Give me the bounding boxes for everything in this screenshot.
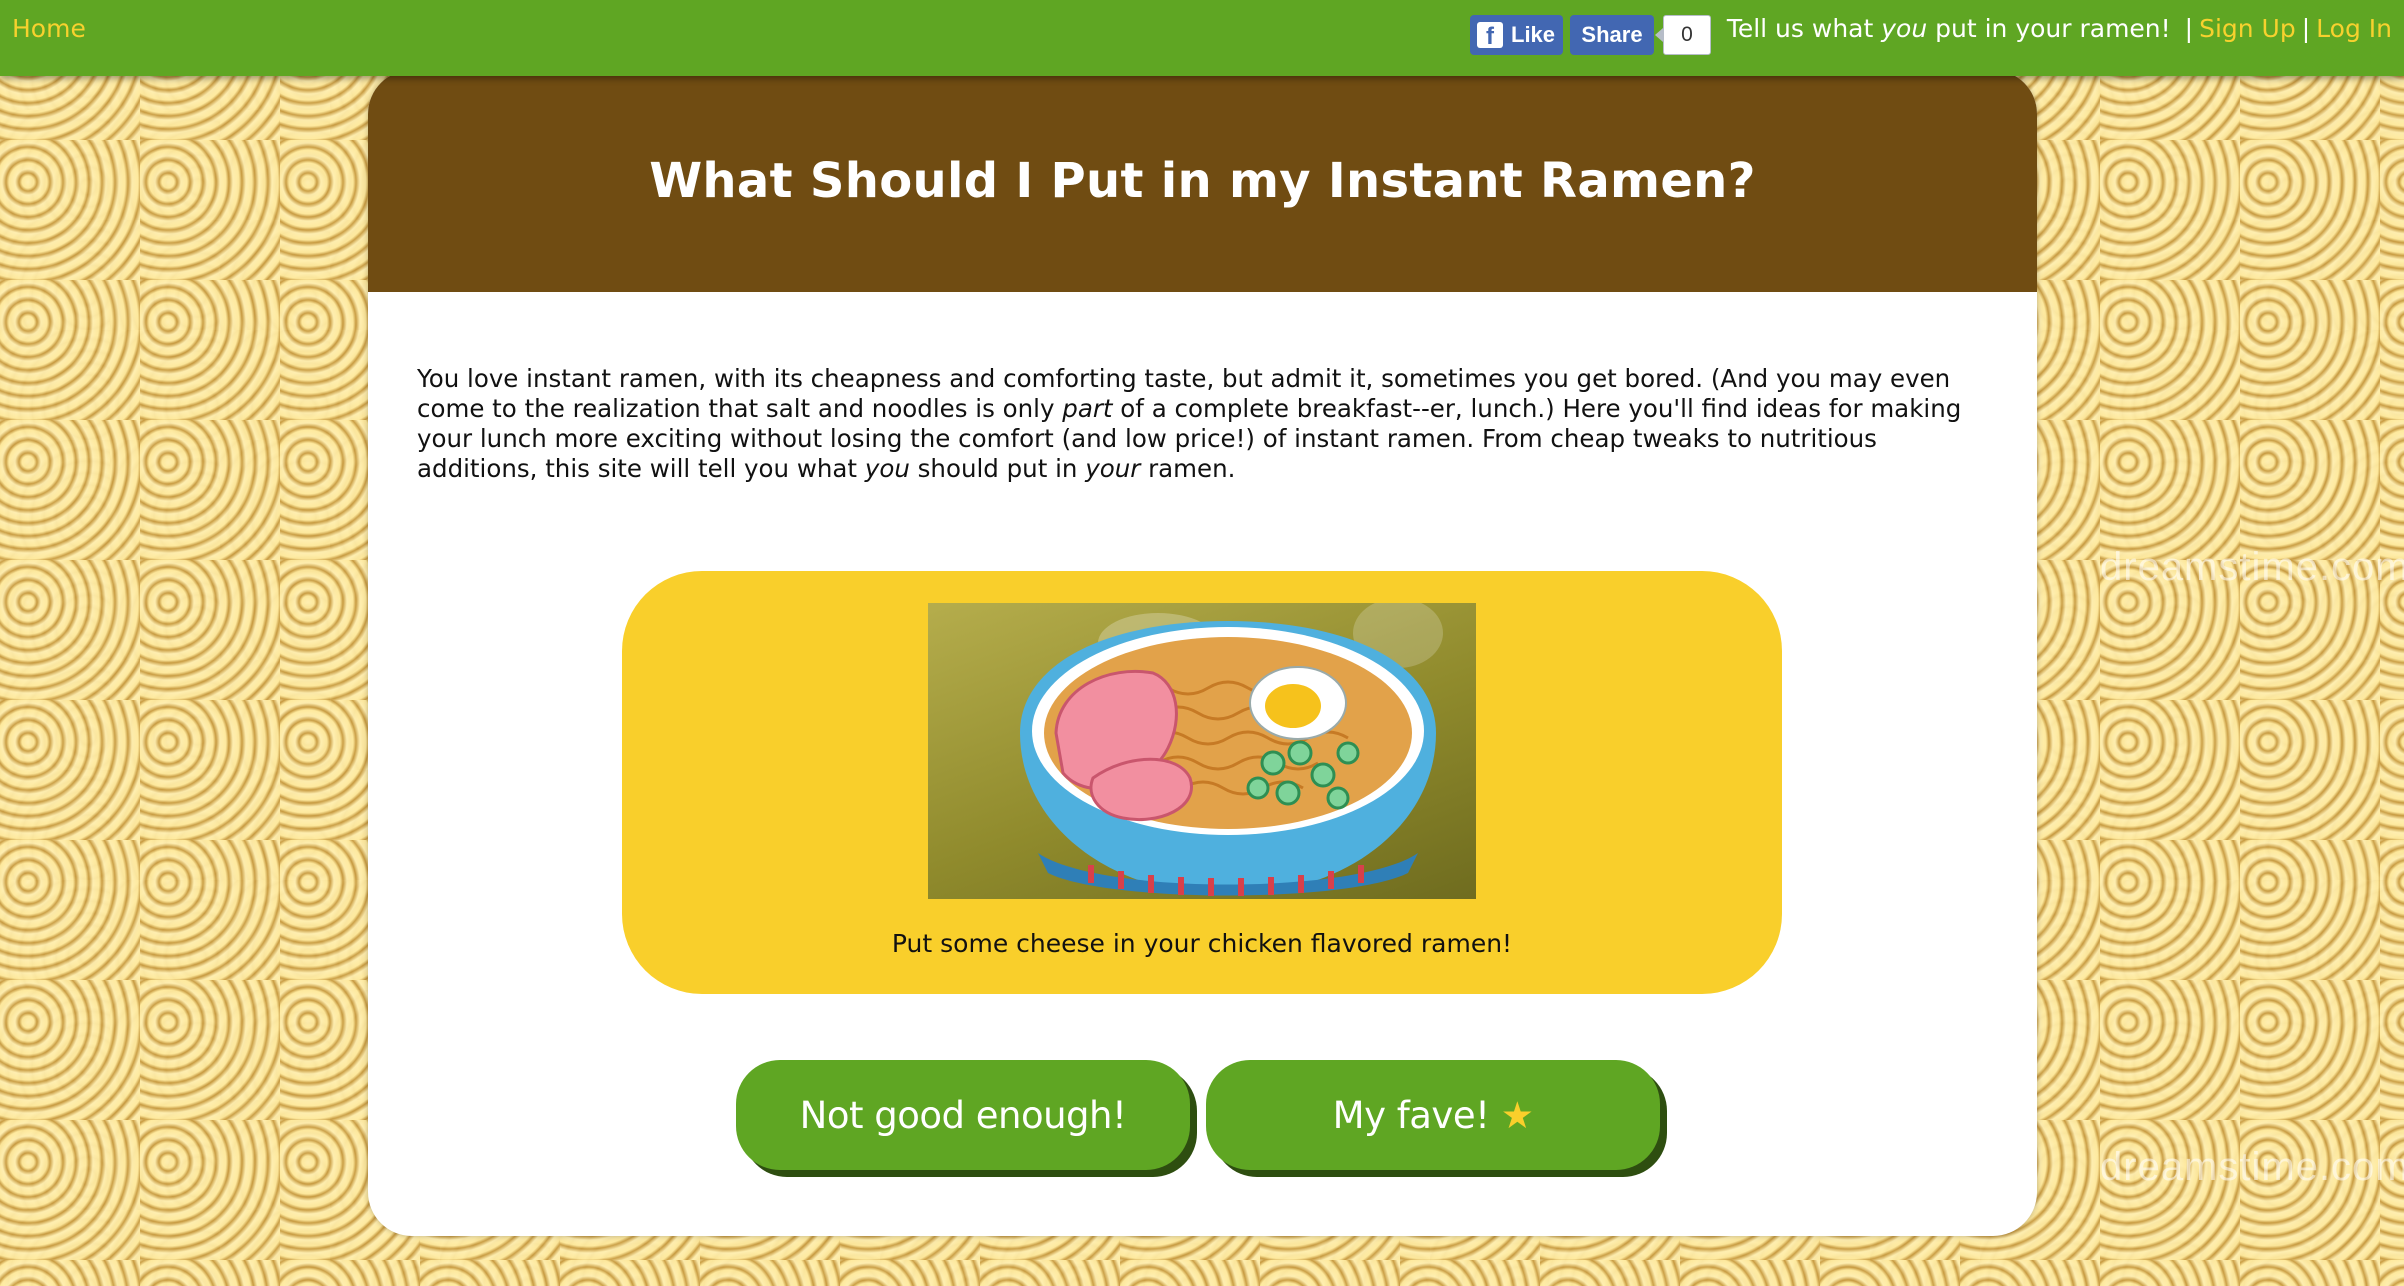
ramen-bowl-illustration-icon	[1020, 603, 1443, 896]
ramen-bowl-image	[928, 603, 1476, 899]
tagline-emphasis: you	[1881, 14, 1928, 43]
tagline-text-end: put in your ramen!	[1927, 14, 2171, 43]
intro-text: ramen.	[1140, 454, 1236, 483]
star-icon: ★	[1500, 1093, 1534, 1137]
facebook-like-label: Like	[1511, 22, 1556, 47]
facebook-share-button[interactable]: Share	[1570, 15, 1654, 55]
page-title: What Should I Put in my Instant Ramen?	[649, 153, 1756, 209]
intro-emphasis: part	[1062, 394, 1113, 423]
tagline-text: Tell us what	[1726, 14, 1882, 43]
not-good-enough-button[interactable]: Not good enough!	[736, 1060, 1190, 1170]
background-watermark: dreamstime.com	[2100, 545, 2404, 589]
my-fave-label: My fave!	[1332, 1093, 1490, 1137]
log-in-link[interactable]: Log In	[2316, 14, 2392, 43]
intro-paragraph: You love instant ramen, with its cheapne…	[417, 364, 1997, 484]
facebook-icon: f	[1477, 22, 1503, 48]
intro-emphasis: you	[864, 454, 910, 483]
sign-up-link[interactable]: Sign Up	[2199, 14, 2296, 43]
facebook-share-count: 0	[1655, 15, 1711, 55]
card-header: What Should I Put in my Instant Ramen?	[368, 70, 2037, 292]
background-watermark: dreamstime.com	[2100, 1145, 2404, 1189]
intro-emphasis: your	[1085, 454, 1141, 483]
main-card: What Should I Put in my Instant Ramen? Y…	[368, 70, 2037, 1236]
intro-text: should put in	[909, 454, 1086, 483]
nav-right-links: Tell us what you put in your ramen! | Sig…	[1727, 14, 2392, 43]
home-link[interactable]: Home	[12, 14, 86, 43]
nav-separator: |	[2184, 14, 2194, 43]
suggestion-caption: Put some cheese in your chicken flavored…	[891, 929, 1513, 958]
top-nav-bar: Home f Like Share 0 Tell us what you put…	[0, 0, 2404, 76]
nav-separator: |	[2301, 14, 2311, 43]
not-good-enough-label: Not good enough!	[799, 1093, 1127, 1137]
facebook-like-button[interactable]: f Like	[1470, 15, 1563, 55]
my-fave-button[interactable]: My fave! ★	[1206, 1060, 1660, 1170]
suggestion-box: Put some cheese in your chicken flavored…	[622, 571, 1782, 994]
